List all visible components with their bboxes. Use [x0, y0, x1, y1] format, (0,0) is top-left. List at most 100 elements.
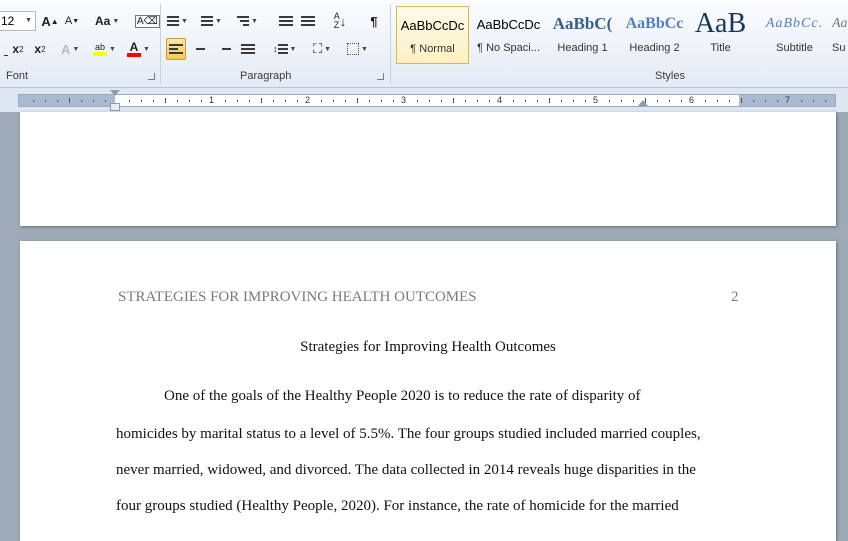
ruler-tick [189, 100, 190, 102]
align-center-button[interactable] [190, 38, 210, 60]
ruler-tick [105, 100, 106, 102]
justify-button[interactable] [238, 38, 258, 60]
ruler-tick [813, 100, 814, 102]
document-page[interactable]: STRATEGIES FOR IMPROVING HEALTH OUTCOMES… [20, 241, 836, 541]
multilevel-list-button[interactable]: ▼ [236, 10, 259, 32]
body-text-line: homicides by marital status to a level o… [116, 426, 701, 442]
ruler-tick [537, 100, 538, 102]
ruler-tick [681, 100, 682, 102]
ruler-tick [297, 100, 298, 102]
ruler-tick [33, 100, 34, 102]
bullets-button[interactable]: ▼ [166, 10, 189, 32]
ruler-tick [321, 100, 322, 102]
style-sample: AaBbCcDc [400, 17, 465, 33]
body-text-line: never married, widowed, and divorced. Th… [116, 462, 696, 478]
ruler-tick [93, 100, 94, 102]
style-name: Title [710, 42, 731, 54]
ruler-tick [729, 100, 730, 102]
style-name: ¶ Normal [410, 43, 455, 55]
style-subtitle[interactable]: AaBbCc. Subtitle [758, 6, 831, 64]
style-sample: AaBbCcDc [476, 16, 541, 32]
ruler-tick [513, 100, 514, 102]
line-spacing-button[interactable]: ↕ ▼ [272, 38, 297, 60]
ruler-tick [57, 100, 58, 102]
ruler-tick [249, 100, 250, 102]
ruler-bar: 1 2 3 4 5 6 7 [18, 94, 836, 107]
ruler-tick [453, 98, 454, 103]
sort-button[interactable]: A Z ↓ [330, 10, 350, 32]
ruler-tick [717, 100, 718, 102]
ruler-tick [573, 100, 574, 102]
highlight-color-button[interactable]: ab ▼ [92, 38, 117, 60]
superscript-button[interactable]: x2 [30, 38, 50, 60]
ruler-number: 4 [497, 95, 503, 105]
ruler-tick [525, 100, 526, 102]
ruler-tick [753, 100, 754, 102]
shading-button[interactable]: ⛶ ▼ [312, 38, 332, 60]
grow-font-button[interactable]: A ▲ [40, 10, 60, 32]
align-left-button[interactable] [166, 38, 186, 60]
style-name: Su [832, 42, 846, 54]
ruler-tick [765, 100, 766, 102]
left-indent-marker-icon[interactable] [110, 103, 120, 111]
font-dialog-launcher-icon[interactable] [148, 73, 155, 80]
change-case-button[interactable]: Aa ▼ [94, 10, 120, 32]
ruler-tick [45, 100, 46, 102]
horizontal-ruler[interactable]: 1 2 3 4 5 6 7 [0, 88, 848, 112]
style-sample: Aa [832, 16, 848, 31]
first-line-indent-marker-icon[interactable] [110, 90, 120, 96]
ruler-tick [441, 100, 442, 102]
ruler-tick [273, 100, 274, 102]
ruler-tick [129, 100, 130, 102]
align-right-button[interactable] [214, 38, 234, 60]
ruler-tick [153, 100, 154, 102]
style-name: ¶ No Spaci... [477, 42, 540, 54]
group-divider [390, 4, 391, 84]
ruler-number: 3 [401, 95, 407, 105]
ruler-number: 5 [593, 95, 599, 105]
document-title: Strategies for Improving Health Outcomes [300, 339, 556, 355]
style-sample: AaBbCc [625, 15, 684, 32]
style-no-spacing[interactable]: AaBbCcDc ¶ No Spaci... [472, 6, 545, 64]
ruler-tick [225, 100, 226, 102]
subscript-button[interactable]: x2 [8, 38, 28, 60]
style-subtle[interactable]: Aa Su [832, 6, 848, 64]
decrease-indent-button[interactable] [276, 10, 296, 32]
shrink-font-button[interactable]: A ▼ [62, 10, 82, 32]
style-title[interactable]: AaB Title [684, 6, 757, 64]
increase-indent-button[interactable] [298, 10, 318, 32]
text-effects-button[interactable]: A ▼ [60, 38, 80, 60]
style-normal[interactable]: AaBbCcDc ¶ Normal [396, 6, 469, 64]
paragraph-dialog-launcher-icon[interactable] [377, 73, 384, 80]
style-name: Heading 1 [557, 42, 608, 54]
ruler-tick [237, 100, 238, 102]
right-indent-marker-icon[interactable] [638, 100, 648, 106]
font-group-label: Font [6, 70, 29, 82]
styles-group-label: Styles [655, 70, 685, 82]
group-divider [160, 4, 161, 84]
ruler-tick [777, 100, 778, 102]
numbering-button[interactable]: ▼ [200, 10, 223, 32]
ruler-tick [489, 100, 490, 102]
ruler-tick [609, 100, 610, 102]
ruler-tick [825, 100, 826, 102]
ruler-tick [357, 98, 358, 103]
font-size-box[interactable]: 12 ▼ [0, 11, 36, 31]
ruler-tick [561, 100, 562, 102]
ribbon: 12 ▼ A ▲ A ▼ Aa ▼ A⌫ x2 x2 A ▼ ab ▼ A ▼ Font ▼ … [0, 0, 848, 88]
font-color-button[interactable]: A ▼ [126, 38, 151, 60]
style-heading-2[interactable]: AaBbCc Heading 2 [618, 6, 691, 64]
ruler-tick [177, 100, 178, 102]
running-head: STRATEGIES FOR IMPROVING HEALTH OUTCOMES [118, 289, 477, 305]
style-heading-1[interactable]: AaBbC( Heading 1 [546, 6, 619, 64]
styles-gallery: AaBbCcDc ¶ Normal AaBbCcDc ¶ No Spaci...… [396, 6, 848, 64]
show-formatting-marks-button[interactable]: ¶ [364, 10, 384, 32]
ruler-tick [417, 100, 418, 102]
paragraph-group-label: Paragraph [240, 70, 292, 82]
clear-formatting-icon[interactable]: A⌫ [134, 10, 161, 32]
borders-button[interactable]: ▼ [346, 38, 369, 60]
ruler-tick [477, 100, 478, 102]
previous-page[interactable] [20, 112, 836, 226]
ruler-tick [381, 100, 382, 102]
ruler-tick [549, 98, 550, 103]
